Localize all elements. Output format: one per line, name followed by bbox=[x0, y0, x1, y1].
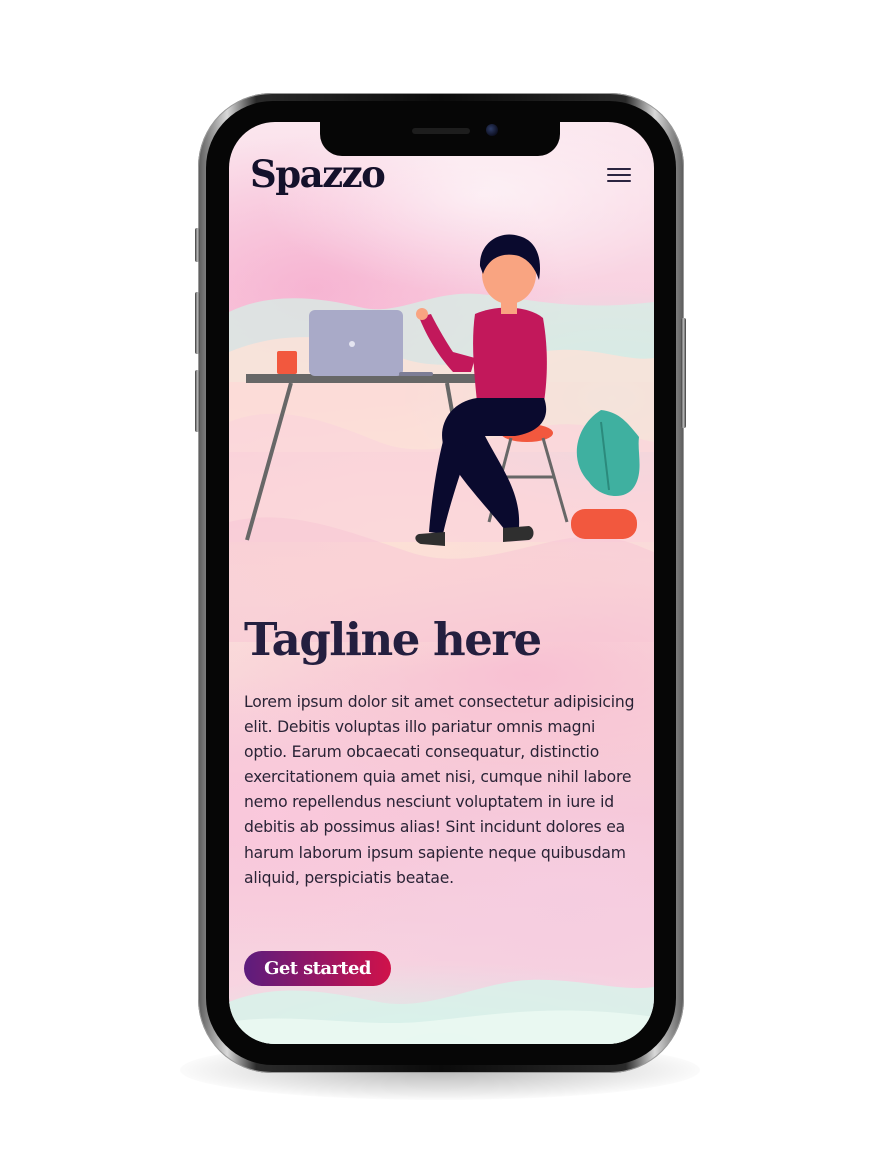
person-shoe-left bbox=[415, 532, 445, 546]
get-started-button[interactable]: Get started bbox=[244, 951, 391, 986]
volume-up-button bbox=[195, 292, 200, 354]
person-hand bbox=[416, 308, 428, 320]
mute-switch bbox=[195, 228, 200, 262]
person-leg-front bbox=[429, 437, 469, 534]
page-stage: Spazzo Tagline here Lorem ipsum dolor si… bbox=[0, 0, 880, 1172]
hero-content: Tagline here Lorem ipsum dolor sit amet … bbox=[244, 612, 642, 891]
person-at-desk-illustration bbox=[245, 234, 640, 546]
speaker-grille bbox=[412, 128, 470, 134]
desk-leg-left bbox=[245, 382, 293, 541]
laptop-logo bbox=[349, 341, 355, 347]
brand-logo[interactable]: Spazzo bbox=[250, 152, 386, 196]
mug bbox=[277, 351, 297, 374]
person-shoe-right bbox=[503, 526, 534, 542]
phone-notch bbox=[320, 122, 560, 156]
hamburger-menu-icon[interactable] bbox=[604, 162, 634, 188]
front-camera bbox=[486, 124, 498, 136]
chair-leg-2 bbox=[541, 437, 569, 523]
laptop bbox=[309, 310, 403, 376]
laptop-base bbox=[399, 372, 433, 376]
person-arm bbox=[419, 314, 475, 372]
person-torso bbox=[473, 307, 547, 402]
volume-down-button bbox=[195, 370, 200, 432]
plant-pot bbox=[571, 509, 637, 539]
tagline-heading: Tagline here bbox=[244, 613, 542, 666]
power-button bbox=[681, 318, 686, 428]
phone-screen: Spazzo Tagline here Lorem ipsum dolor si… bbox=[229, 122, 654, 1044]
app-header: Spazzo bbox=[250, 152, 634, 202]
hero-description: Lorem ipsum dolor sit amet consectetur a… bbox=[244, 693, 635, 887]
